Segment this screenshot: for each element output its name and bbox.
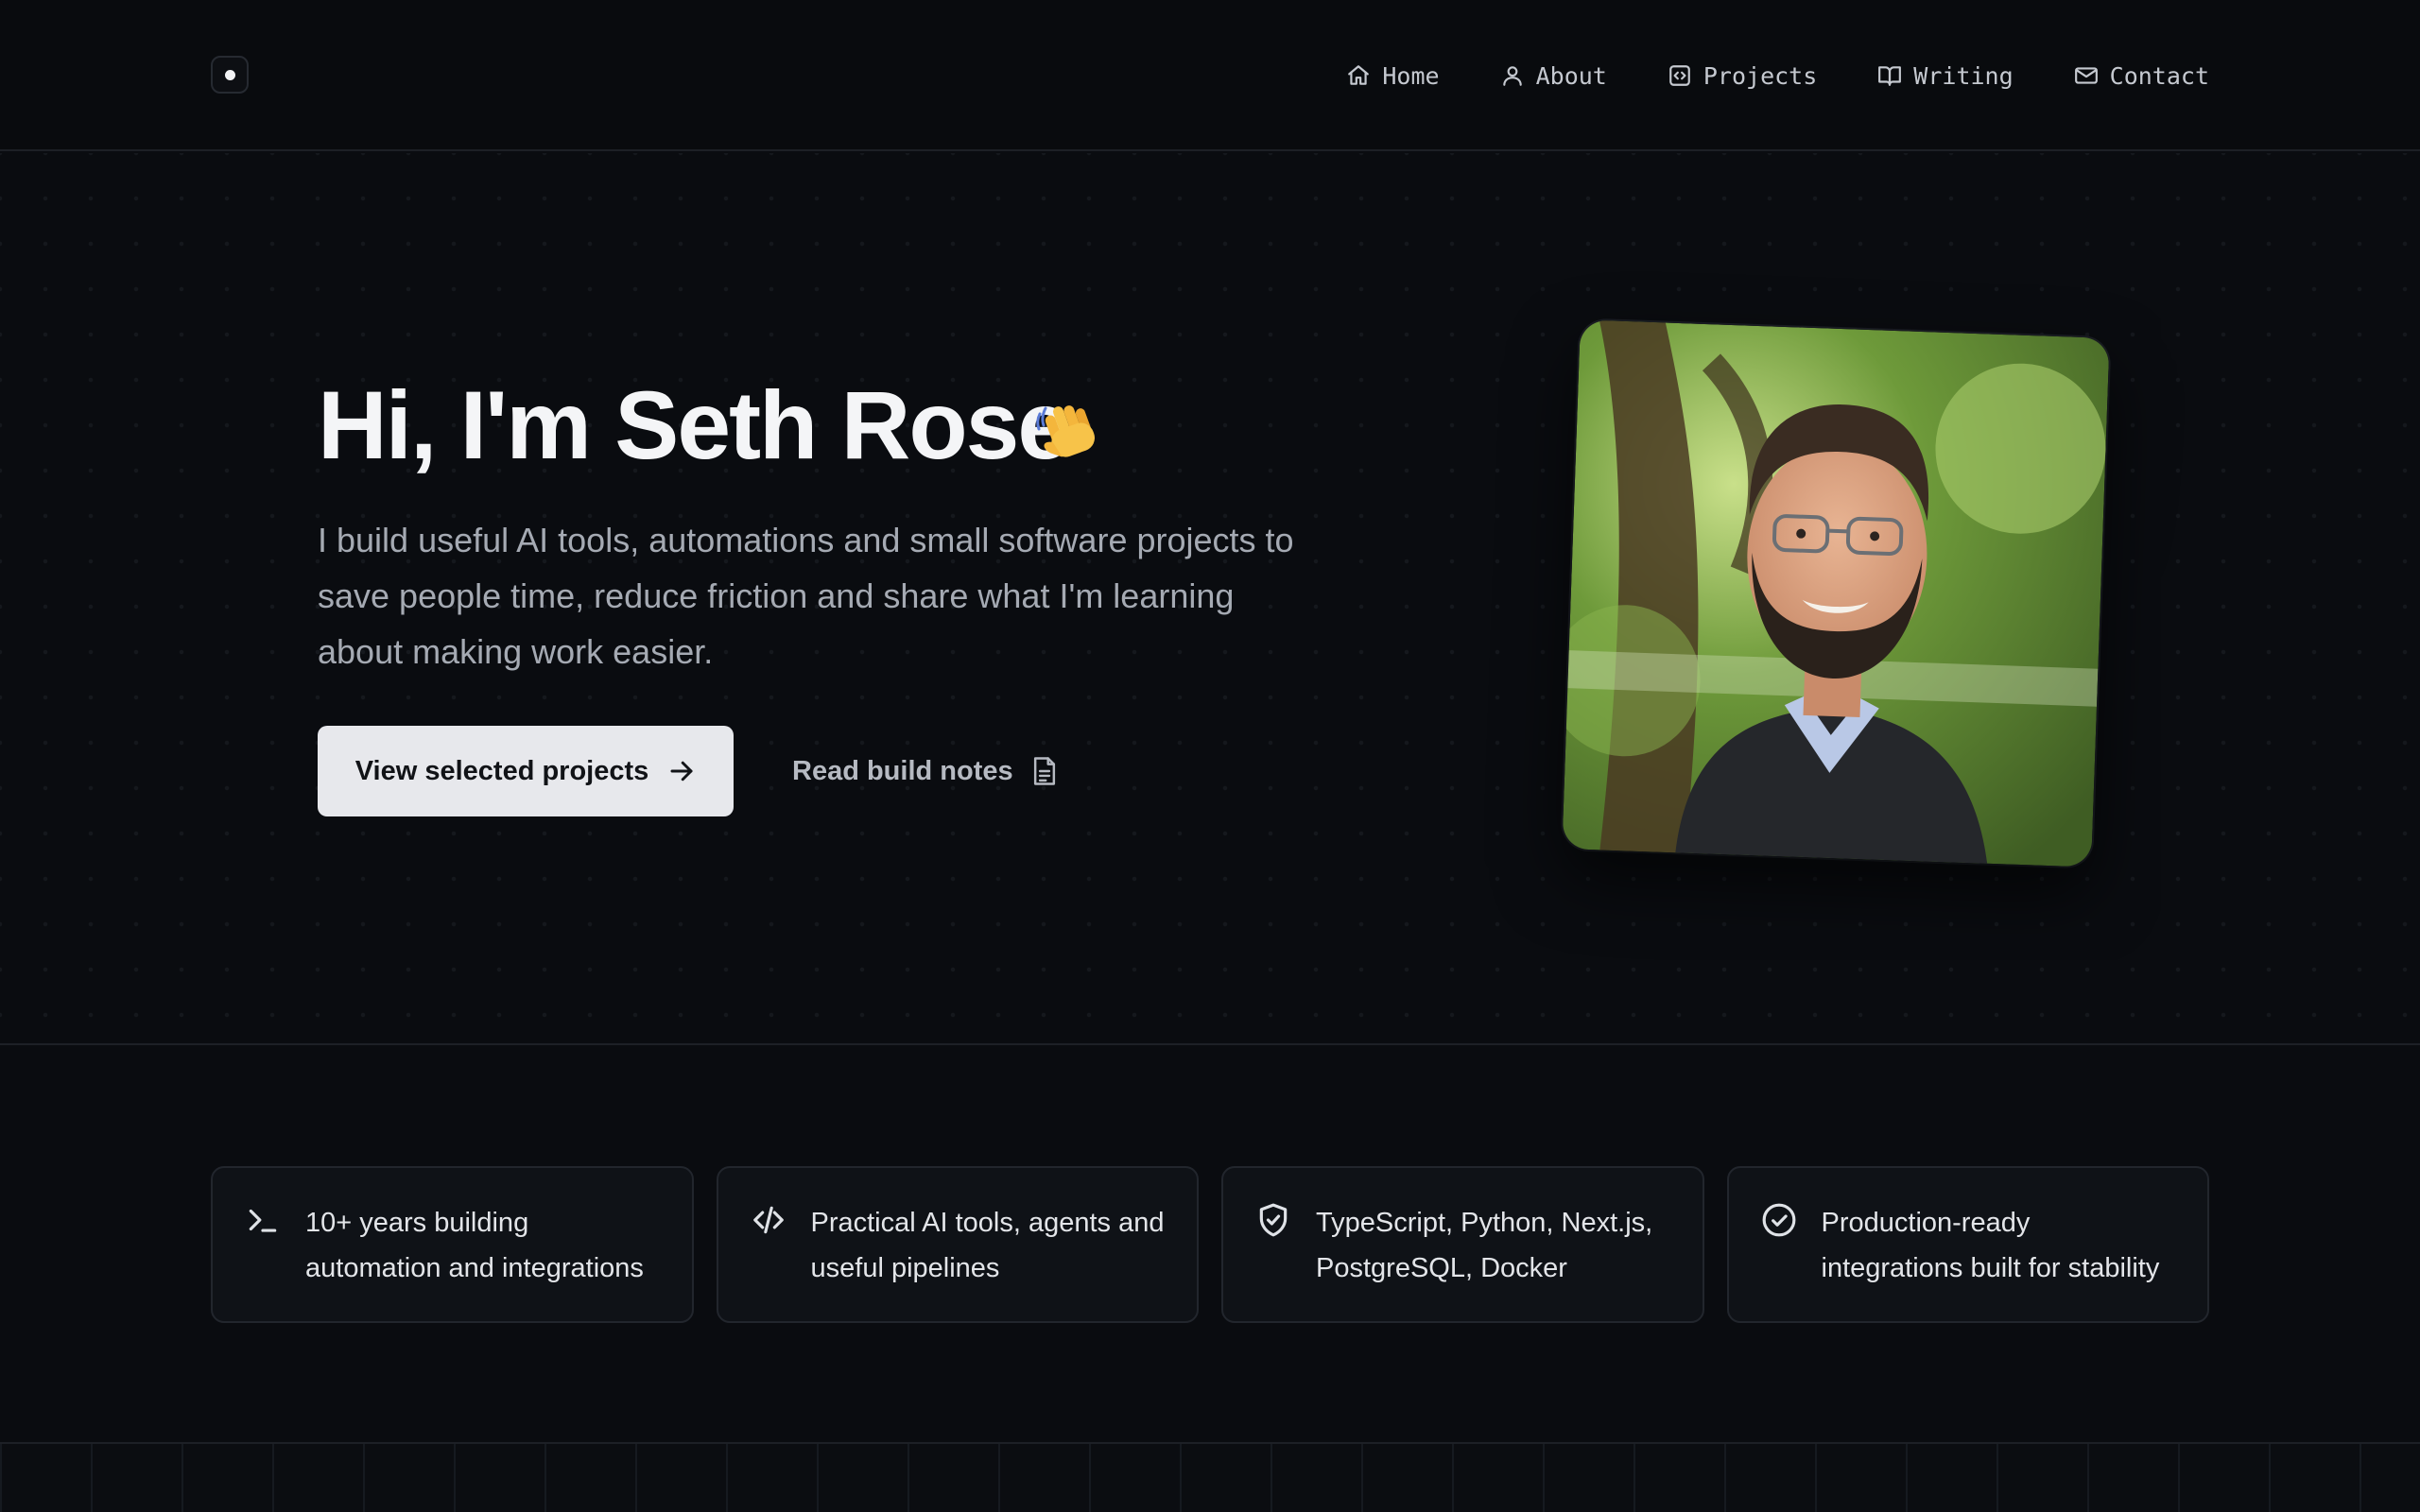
- logo-dot-icon: [225, 70, 235, 80]
- shield-check-icon: [1259, 1203, 1288, 1237]
- feature-text-production: Production-ready integrations built for …: [1821, 1208, 2160, 1283]
- nav-item-home[interactable]: Home: [1346, 61, 1440, 90]
- feature-card-production: Production-ready integrations built for …: [1726, 1166, 2209, 1323]
- hero-section: Hi, I'm Seth Rose I build useful AI tool…: [0, 153, 2420, 1045]
- book-open-icon: [1878, 66, 1902, 86]
- nav-label-about: About: [1535, 61, 1607, 90]
- nav-item-writing[interactable]: Writing: [1877, 61, 2014, 90]
- profile-photo: [1562, 319, 2110, 868]
- document-icon: [1033, 757, 1055, 785]
- main-nav: Home About Projects Writing Contact: [1346, 55, 2209, 96]
- feature-text-ai-tools: Practical AI tools, agents and useful pi…: [810, 1208, 1165, 1283]
- feature-text-stack: TypeScript, Python, Next.js, PostgreSQL,…: [1316, 1208, 1653, 1283]
- nav-label-projects: Projects: [1703, 61, 1818, 90]
- mail-icon: [2074, 67, 2098, 84]
- feature-card-experience: 10+ years building automation and integr…: [211, 1166, 694, 1323]
- logo[interactable]: [211, 56, 249, 94]
- view-projects-button[interactable]: View selected projects: [318, 726, 734, 816]
- read-build-notes-link[interactable]: Read build notes: [792, 726, 1059, 816]
- nav-item-projects[interactable]: Projects: [1668, 62, 1817, 90]
- features-row: 10+ years building automation and integr…: [211, 1166, 2209, 1323]
- nav-label-contact: Contact: [2109, 61, 2209, 90]
- check-circle-icon: [1762, 1203, 1795, 1237]
- code-square-icon: [1669, 65, 1690, 86]
- read-build-notes-label: Read build notes: [792, 755, 1013, 786]
- view-projects-label: View selected projects: [354, 755, 649, 786]
- feature-card-stack: TypeScript, Python, Next.js, PostgreSQL,…: [1221, 1166, 1704, 1323]
- nav-item-about[interactable]: About: [1500, 62, 1607, 90]
- waving-hand-icon: [1036, 405, 1096, 457]
- arrow-right-icon: [670, 761, 693, 782]
- hero-description: I build useful AI tools, automations and…: [318, 521, 1294, 671]
- bottom-grid-strip: [0, 1442, 2420, 1512]
- feature-text-experience: 10+ years building automation and integr…: [305, 1208, 644, 1283]
- terminal-icon: [249, 1209, 277, 1232]
- nav-label-writing: Writing: [1913, 61, 2014, 90]
- nav-item-contact[interactable]: Contact: [2074, 62, 2209, 90]
- nav-label-home: Home: [1382, 61, 1440, 90]
- code-icon: [752, 1206, 784, 1234]
- hero-title: Hi, I'm Seth Rose: [318, 371, 1071, 479]
- user-icon: [1502, 66, 1522, 86]
- feature-card-ai-tools: Practical AI tools, agents and useful pi…: [716, 1166, 1199, 1323]
- site-header: Home About Projects Writing Contact: [0, 0, 2420, 151]
- home-icon: [1348, 65, 1370, 85]
